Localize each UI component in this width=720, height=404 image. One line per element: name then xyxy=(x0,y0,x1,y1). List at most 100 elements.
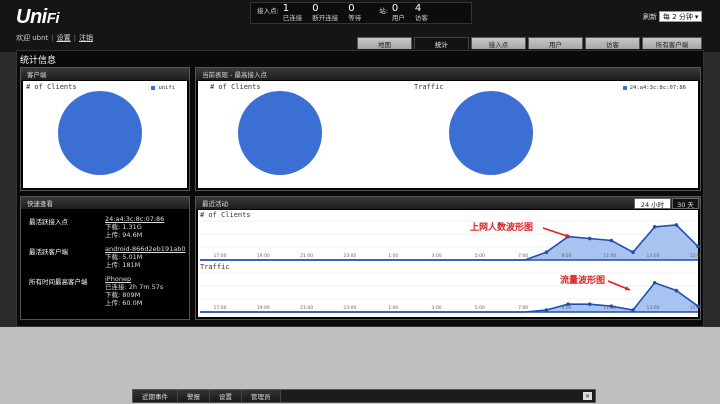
most-active-client-label: 最活跃客户端 xyxy=(29,248,68,256)
clients-series-tick-label: 13:00 xyxy=(647,253,660,259)
recent-activity-panel: 最近活动 24 小时 30 天 # of Clients Traffic 17:… xyxy=(195,196,701,320)
refresh-control: 刷新 每 2 分钟 ▾ xyxy=(643,11,703,22)
top-client-connected: 已连接: 2h 7m 57s xyxy=(105,283,164,291)
page-title: 统计信息 xyxy=(20,56,57,66)
clients-series-tick-label: 11:00 xyxy=(603,253,616,259)
clients-panel-title: 客户端 xyxy=(21,68,189,80)
alerts-button[interactable]: 警报 xyxy=(178,390,210,402)
clients-series-tick-label: 21:00 xyxy=(300,253,313,259)
clients-series-tick-label: 9:00 xyxy=(561,253,571,259)
traffic-series-point xyxy=(587,302,592,306)
refresh-label: 刷新 xyxy=(643,12,657,21)
tab-map[interactable]: 地图 xyxy=(357,37,412,49)
quick-view-title: 快速查看 xyxy=(21,197,189,209)
most-active-ap-label: 最活跃接入点 xyxy=(29,218,68,226)
tab-guests[interactable]: 访客 xyxy=(585,37,640,49)
traffic-series-tick-label: 7:00 xyxy=(518,305,528,311)
clients-series-tick-label: 1:00 xyxy=(388,253,398,259)
tab-statistics[interactable]: 统计 xyxy=(414,37,469,49)
pie-slice-unifi xyxy=(58,91,142,175)
unifi-logo: UniFi xyxy=(16,6,60,28)
station-label: 站: xyxy=(379,7,388,15)
traffic-series-tick-label: 5:00 xyxy=(475,305,485,311)
quick-view-panel: 快速查看 最活跃接入点 24:a4:3c:8c:07:86 下载: 1.31G … xyxy=(20,196,190,320)
traffic-series-tick-label: 21:00 xyxy=(300,305,313,311)
annotation-clients-waveform: 上网人数波形图 xyxy=(470,223,534,233)
top-ap-panel-title: 当前表现 - 最高接入点 xyxy=(196,68,700,80)
clients-series-tick-label: 19:00 xyxy=(257,253,270,259)
clients-series-tick-label: 17:00 xyxy=(214,253,227,259)
logout-link[interactable]: 注销 xyxy=(79,33,93,43)
stat-guests: 4 访客 xyxy=(414,3,428,22)
traffic-series-point xyxy=(652,280,657,285)
tab-users[interactable]: 用户 xyxy=(528,37,583,49)
top-client-name[interactable]: iPhonep xyxy=(105,275,163,283)
welcome-text: 欢迎 ubnt xyxy=(16,34,49,42)
clients-series-area xyxy=(200,224,698,260)
statistics-page: 统计信息 客户端 # of Clients unifi 当前表现 - 最高接入点… xyxy=(16,50,704,327)
settings-link[interactable]: 设置 xyxy=(57,33,71,43)
ap-pie-charts xyxy=(238,91,533,175)
clients-series-tick-label: 7:00 xyxy=(518,253,528,259)
traffic-series-tick-label: 19:00 xyxy=(257,305,270,311)
close-icon[interactable]: ✕ xyxy=(583,392,592,400)
traffic-series-tick-label: 13:00 xyxy=(647,305,660,311)
top-client-upload: 上传: 60.0M xyxy=(105,299,143,307)
clients-series-point xyxy=(631,250,635,254)
traffic-series-tick-label: 15:00 xyxy=(690,305,700,311)
bottom-toolbar: 近期事件 警报 设置 管理员 ✕ xyxy=(132,389,596,403)
annotation-traffic-waveform: 流量波形图 xyxy=(560,276,606,286)
traffic-series-tick-label: 11:00 xyxy=(603,305,616,311)
status-summary: 接入点: 1 已连接 0 断开连接 0 等待 站: 0 用户 4 访客 xyxy=(250,2,472,24)
traffic-series-tick-label: 3:00 xyxy=(431,305,441,311)
recent-traffic-label: Traffic xyxy=(200,263,230,271)
clients-panel: 客户端 # of Clients unifi xyxy=(20,67,190,191)
top-client-all-time-label: 所有时间最高客户端 xyxy=(29,278,88,286)
clients-series-point xyxy=(652,225,657,229)
clients-series-point xyxy=(587,236,592,241)
traffic-series-tick-label: 17:00 xyxy=(214,305,227,311)
most-active-client-upload: 上传: 181M xyxy=(105,261,141,269)
tab-access-points[interactable]: 接入点 xyxy=(471,37,526,49)
most-active-client-download: 下载: 5.01M xyxy=(105,253,143,261)
pie-slice-ap-traffic xyxy=(449,91,533,175)
traffic-series-tick-label: 1:00 xyxy=(388,305,398,311)
pie-slice-ap-clients xyxy=(238,91,322,175)
recent-clients-label: # of Clients xyxy=(200,211,251,219)
most-active-ap-upload: 上传: 94.6M xyxy=(105,231,143,239)
clients-series-tick-label: 23:00 xyxy=(343,253,356,259)
most-active-ap-mac[interactable]: 24:a4:3c:8c:07:86 xyxy=(105,215,164,223)
toggle-24-hours[interactable]: 24 小时 xyxy=(634,198,671,209)
clients-pie-chart xyxy=(58,91,142,175)
admin-button[interactable]: 管理员 xyxy=(242,390,281,402)
stat-users: 0 用户 xyxy=(391,3,405,22)
refresh-select[interactable]: 每 2 分钟 ▾ xyxy=(659,11,703,22)
welcome-line: 欢迎 ubnt | 设置 | 注销 xyxy=(16,33,94,43)
chevron-down-icon: ▾ xyxy=(694,12,699,21)
ap-label: 接入点: xyxy=(257,7,279,15)
clients-series-point xyxy=(609,238,614,243)
most-active-client-name[interactable]: android-866d2eb191ab0 xyxy=(105,245,189,253)
stat-disconnected: 0 断开连接 xyxy=(312,3,339,22)
traffic-series-point xyxy=(674,288,679,293)
main-tabs: 地图 统计 接入点 用户 访客 所有客户端 xyxy=(357,37,702,49)
traffic-series-tick-label: 23:00 xyxy=(343,305,356,311)
clients-series-tick-label: 5:00 xyxy=(475,253,485,259)
clients-series-tick-label: 3:00 xyxy=(431,253,441,259)
clients-series-point xyxy=(544,250,549,254)
clients-series-tick-label: 15:00 xyxy=(690,253,700,259)
tab-all-clients[interactable]: 所有客户端 xyxy=(642,37,702,49)
stat-pending: 0 等待 xyxy=(348,3,362,22)
stat-connected: 1 已连接 xyxy=(282,3,303,22)
top-ap-panel: 当前表现 - 最高接入点 # of Clients Traffic 24:a4:… xyxy=(195,67,701,191)
toggle-30-days[interactable]: 30 天 xyxy=(672,198,699,209)
clients-series-point xyxy=(696,244,700,249)
settings-button[interactable]: 设置 xyxy=(210,390,242,402)
recent-activity-title: 最近活动 xyxy=(196,197,700,209)
top-client-download: 下载: 809M xyxy=(105,291,141,299)
recent-events-button[interactable]: 近期事件 xyxy=(133,390,178,402)
most-active-ap-download: 下载: 1.31G xyxy=(105,223,142,231)
clients-series-point xyxy=(674,223,679,227)
traffic-series-tick-label: 9:00 xyxy=(561,305,571,311)
recent-activity-charts: 17:00 19:00 21:00 23:00 1:00 3:00 5:00 7:00 9:00… xyxy=(200,220,700,313)
